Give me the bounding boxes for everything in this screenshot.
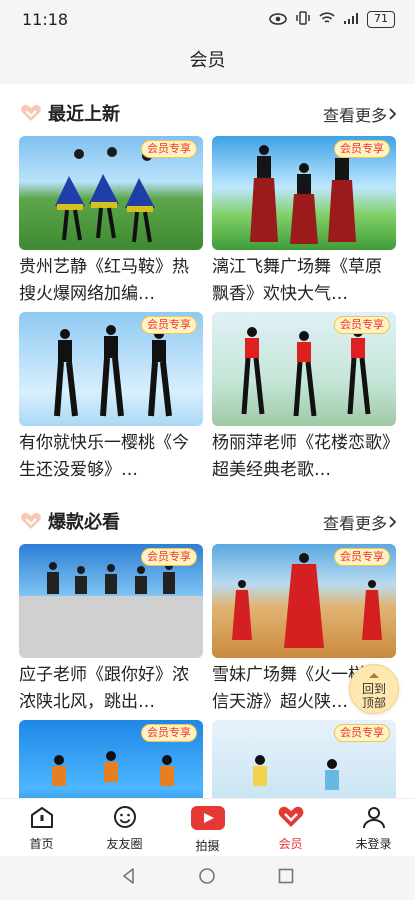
eye-icon [269,10,287,29]
top-bar: 会员 [0,38,415,84]
back-icon[interactable] [120,867,138,889]
vip-heart-icon [20,104,42,126]
vip-badge: 会员专享 [141,316,197,334]
tab-label: 未登录 [355,837,392,851]
vip-heart-icon [20,512,42,534]
status-time: 11:18 [22,10,69,29]
video-thumbnail: 会员专享 [19,312,203,426]
status-icons: 71 [269,10,395,29]
video-card[interactable]: 会员专享 [212,720,396,798]
video-title: 有你就快乐一樱桃《今生还没爱够》… [19,433,189,480]
back-to-top-line1: 回到 [361,682,386,696]
vip-badge: 会员专享 [141,140,197,158]
video-thumbnail: 会员专享 [212,720,396,798]
tab-profile[interactable]: 未登录 [332,799,415,856]
tab-label: 友友圈 [106,837,143,851]
section-header-hot: 爆款必看 查看更多 [0,500,415,540]
video-card[interactable]: 会员专享 [19,720,203,798]
camera-icon [190,805,226,834]
view-more-label: 查看更多 [322,514,387,533]
arrow-up-icon [368,668,380,682]
signal-icon [343,10,359,29]
chevron-right-icon [389,105,397,124]
page-title: 会员 [189,50,226,71]
tab-shoot[interactable]: 拍摄 [166,799,249,856]
vip-badge: 会员专享 [334,316,390,334]
video-thumbnail: 会员专享 [212,312,396,426]
tab-vip[interactable]: 会员 [249,799,332,856]
section-title: 最近上新 [48,104,120,125]
tab-label: 首页 [29,837,54,851]
system-nav-bar [0,856,415,900]
view-more-label: 查看更多 [322,106,387,125]
back-to-top-line2: 顶部 [361,696,386,710]
vip-badge: 会员专享 [334,724,390,742]
vip-heart-icon [277,805,305,832]
home-circle-icon[interactable] [198,867,216,889]
video-card[interactable]: 会员专享 应子老师《跟你好》浓浓陕北风，跳出… [19,544,203,716]
video-title: 杨丽萍老师《花楼恋歌》超美经典老歌… [212,433,391,480]
user-icon [361,805,387,832]
video-card[interactable]: 会员专享 漓江飞舞广场舞《草原飘香》欢快大气… [212,136,396,308]
video-title: 应子老师《跟你好》浓浓陕北风，跳出… [19,665,189,712]
view-more-link[interactable]: 查看更多 [323,510,397,534]
tab-friends[interactable]: 友友圈 [83,799,166,856]
battery-indicator: 71 [367,11,395,28]
video-thumbnail: 会员专享 [19,544,203,658]
video-title: 漓江飞舞广场舞《草原飘香》欢快大气… [212,257,382,304]
back-to-top-button[interactable]: 回到 顶部 [349,664,399,714]
video-card[interactable]: 会员专享 杨丽萍老师《花楼恋歌》超美经典老歌… [212,312,396,484]
home-icon [29,805,55,832]
tab-label: 拍摄 [195,839,220,853]
vip-badge: 会员专享 [334,548,390,566]
section-title: 爆款必看 [48,512,120,533]
video-thumbnail: 会员专享 [19,720,203,798]
video-thumbnail: 会员专享 [212,136,396,250]
vip-badge: 会员专享 [141,724,197,742]
recents-square-icon[interactable] [277,867,295,889]
section-header-new: 最近上新 查看更多 [0,92,415,132]
bottom-tab-bar: 首页 友友圈 拍摄 会员 未登录 [0,798,415,856]
vip-badge: 会员专享 [334,140,390,158]
smile-icon [112,805,138,832]
tab-label: 会员 [278,837,303,851]
video-thumbnail: 会员专享 [19,136,203,250]
vip-badge: 会员专享 [141,548,197,566]
tab-home[interactable]: 首页 [0,799,83,856]
video-thumbnail: 会员专享 [212,544,396,658]
video-title: 贵州艺静《红马鞍》热搜火爆网络加编… [19,257,189,304]
view-more-link[interactable]: 查看更多 [323,102,397,126]
vibrate-icon [295,10,311,29]
wifi-icon [319,10,335,29]
video-card[interactable]: 会员专享 有你就快乐一樱桃《今生还没爱够》… [19,312,203,484]
video-card[interactable]: 会员专享 贵州艺静《红马鞍》热搜火爆网络加编… [19,136,203,308]
status-bar: 11:18 71 [0,0,415,38]
chevron-right-icon [389,513,397,532]
